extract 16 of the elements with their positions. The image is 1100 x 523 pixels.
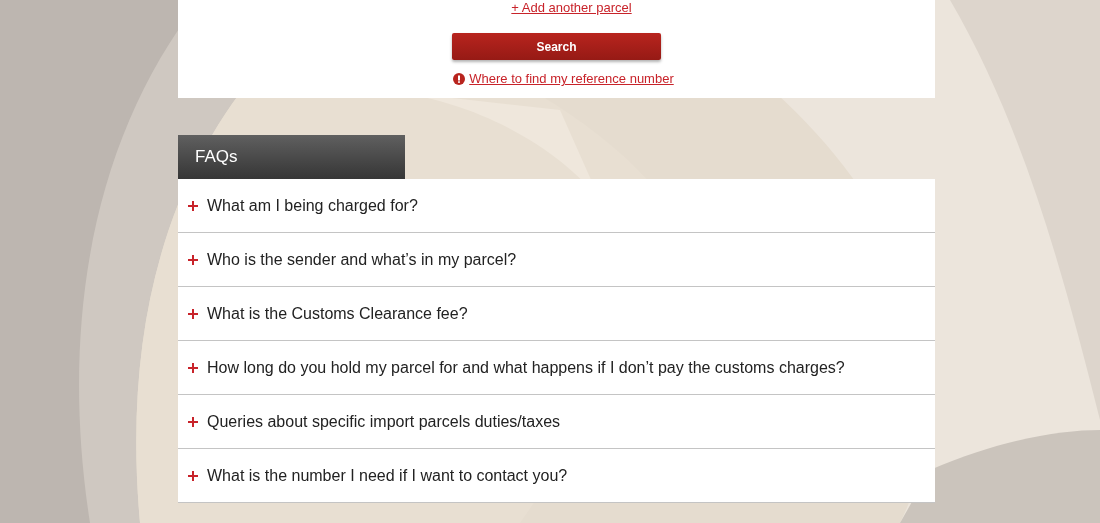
faq-item[interactable]: How long do you hold my parcel for and what happens if I don’t pay the customs charges? xyxy=(178,341,935,395)
faq-question: What am I being charged for? xyxy=(207,195,418,216)
faq-question: How long do you hold my parcel for and what happens if I don’t pay the customs charges? xyxy=(207,357,845,378)
faq-question: Queries about specific import parcels duties/taxes xyxy=(207,411,561,432)
faq-item[interactable]: What am I being charged for? xyxy=(178,179,935,233)
faq-item[interactable]: What is the Customs Clearance fee? xyxy=(178,287,935,341)
reference-help-link[interactable]: Where to find my reference number xyxy=(469,69,674,89)
faq-item[interactable]: Who is the sender and what’s in my parcel? xyxy=(178,233,935,287)
faq-question: What is the Customs Clearance fee? xyxy=(207,303,468,324)
faq-question: What is the number I need if I want to contact you? xyxy=(207,465,568,486)
add-parcel-link[interactable]: + Add another parcel xyxy=(511,0,632,15)
faq-question: Who is the sender and what’s in my parcel? xyxy=(207,249,517,270)
faq-item[interactable]: What is the number I need if I want to contact you? xyxy=(178,449,935,503)
info-icon xyxy=(453,72,466,85)
faq-item[interactable]: Queries about specific import parcels duties/taxes xyxy=(178,395,935,449)
search-button[interactable]: Search xyxy=(452,33,661,60)
